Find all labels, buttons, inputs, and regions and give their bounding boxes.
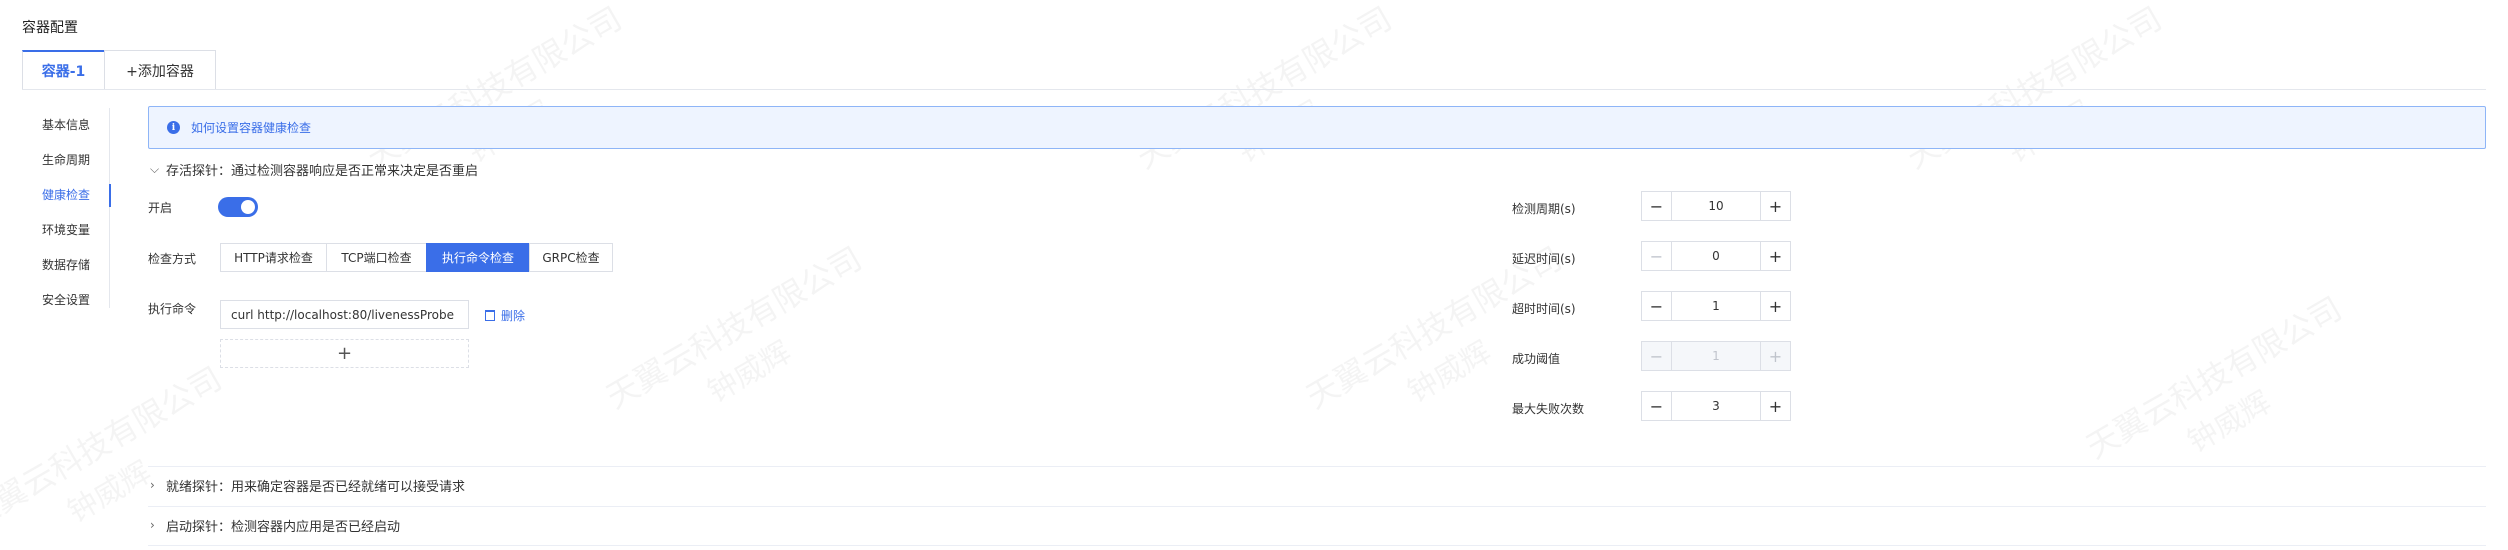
delay-increment-button[interactable]: + (1760, 242, 1790, 270)
tabs-divider (22, 89, 2486, 90)
delay-decrement-button[interactable]: − (1642, 242, 1672, 270)
timeout-value[interactable]: 1 (1672, 292, 1760, 320)
method-http-button[interactable]: HTTP请求检查 (220, 243, 326, 272)
section-title: 容器配置 (22, 20, 78, 36)
delay-stepper: − 0 + (1641, 241, 1791, 271)
section-divider (148, 506, 2486, 507)
health-check-help-link[interactable]: 如何设置容器健康检查 (191, 119, 311, 136)
check-method-group: HTTP请求检查 TCP端口检查 执行命令检查 GRPC检查 (220, 243, 613, 272)
liveness-probe-header[interactable]: ⌵ 存活探针：通过检测容器响应是否正常来决定是否重启 (150, 158, 478, 180)
chevron-down-icon: ⌵ (150, 161, 160, 176)
add-command-button[interactable]: + (220, 339, 469, 368)
max-failures-decrement-button[interactable]: − (1642, 392, 1672, 420)
chevron-right-icon: › (150, 518, 155, 532)
timeout-decrement-button[interactable]: − (1642, 292, 1672, 320)
exec-command-label: 执行命令 (148, 302, 197, 316)
watermark: 天翼云科技有限公司钟威辉 (2077, 284, 2371, 506)
timeout-stepper: − 1 + (1641, 291, 1791, 321)
watermark: 天翼云科技有限公司钟威辉 (597, 234, 891, 456)
readiness-probe-header[interactable]: › 就绪探针：用来确定容器是否已经就绪可以接受请求 (150, 474, 465, 496)
sidebar-item-lifecycle[interactable]: 生命周期 (22, 143, 109, 178)
enable-label: 开启 (148, 201, 173, 215)
check-method-label: 检查方式 (148, 252, 197, 266)
section-divider (148, 545, 2486, 546)
timeout-label: 超时时间(s) (1512, 302, 1576, 316)
method-grpc-button[interactable]: GRPC检查 (529, 243, 613, 272)
period-decrement-button[interactable]: − (1642, 192, 1672, 220)
info-banner: i 如何设置容器健康检查 (148, 106, 2486, 149)
sidebar-item-env-vars[interactable]: 环境变量 (22, 213, 109, 248)
sidebar-item-health-check[interactable]: 健康检查 (22, 178, 111, 213)
chevron-right-icon: › (150, 478, 155, 492)
delay-label: 延迟时间(s) (1512, 252, 1576, 266)
tab-container-1[interactable]: 容器-1 (22, 50, 104, 90)
sidebar-item-security[interactable]: 安全设置 (22, 283, 109, 318)
sidebar: 基本信息 生命周期 健康检查 环境变量 数据存储 安全设置 (22, 108, 111, 308)
max-failures-increment-button[interactable]: + (1760, 392, 1790, 420)
success-threshold-stepper: − 1 + (1641, 341, 1791, 371)
add-container-tab[interactable]: +添加容器 (104, 50, 216, 90)
sidebar-item-data-storage[interactable]: 数据存储 (22, 248, 109, 283)
trash-icon (485, 310, 495, 321)
method-tcp-button[interactable]: TCP端口检查 (326, 243, 426, 272)
section-divider (148, 466, 2486, 467)
success-threshold-label: 成功阈值 (1512, 352, 1561, 366)
max-failures-stepper: − 3 + (1641, 391, 1791, 421)
watermark: 天翼云科技有限公司钟威辉 (1297, 234, 1591, 456)
period-stepper: − 10 + (1641, 191, 1791, 221)
startup-probe-header[interactable]: › 启动探针：检测容器内应用是否已经启动 (150, 514, 400, 536)
info-icon: i (167, 121, 180, 134)
startup-probe-title: 启动探针：检测容器内应用是否已经启动 (166, 519, 401, 535)
success-threshold-decrement-button: − (1642, 342, 1672, 370)
sidebar-item-basic-info[interactable]: 基本信息 (22, 108, 109, 143)
period-increment-button[interactable]: + (1760, 192, 1790, 220)
delay-value[interactable]: 0 (1672, 242, 1760, 270)
max-failures-value[interactable]: 3 (1672, 392, 1760, 420)
success-threshold-increment-button: + (1760, 342, 1790, 370)
method-exec-button[interactable]: 执行命令检查 (426, 243, 529, 272)
period-label: 检测周期(s) (1512, 202, 1576, 216)
readiness-probe-title: 就绪探针：用来确定容器是否已经就绪可以接受请求 (166, 479, 466, 495)
toggle-knob (241, 200, 255, 214)
timeout-increment-button[interactable]: + (1760, 292, 1790, 320)
liveness-enable-toggle[interactable] (218, 197, 258, 217)
exec-command-input[interactable]: curl http://localhost:80/livenessProbe (220, 300, 469, 329)
max-failures-label: 最大失败次数 (1512, 402, 1585, 416)
delete-label: 删除 (501, 309, 526, 323)
success-threshold-value: 1 (1712, 349, 1720, 363)
period-value[interactable]: 10 (1672, 192, 1760, 220)
container-tabs: 容器-1 +添加容器 (22, 50, 216, 90)
delete-command-button[interactable]: 删除 (485, 307, 525, 324)
liveness-probe-title: 存活探针：通过检测容器响应是否正常来决定是否重启 (166, 163, 479, 179)
